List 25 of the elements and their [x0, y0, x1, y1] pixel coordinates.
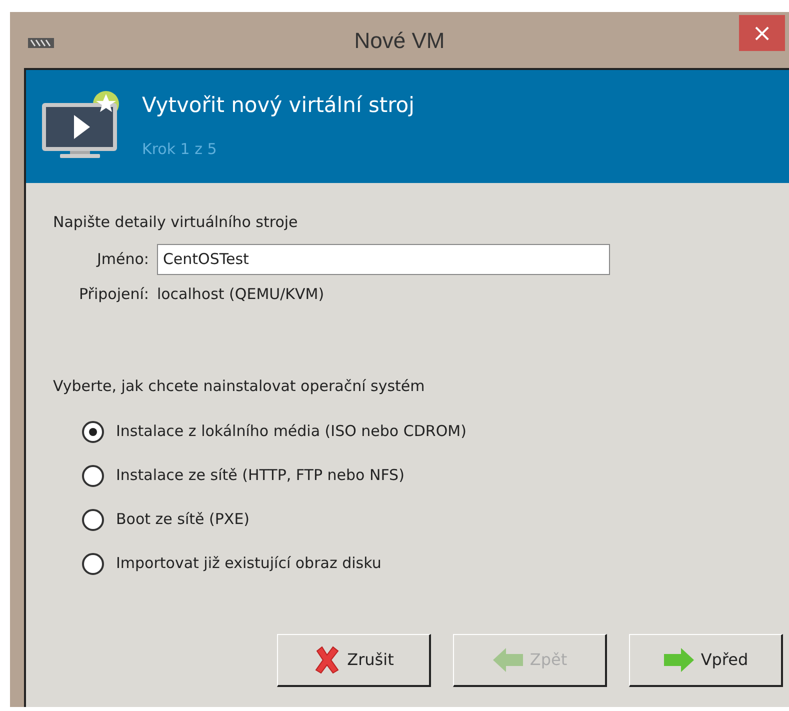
header-title: Vytvořit nový virtální stroj: [142, 92, 414, 119]
name-label: Jméno:: [95, 248, 149, 270]
radio-button[interactable]: [82, 464, 104, 486]
monitor-play-icon: [40, 88, 122, 158]
cancel-button[interactable]: Zrušit: [277, 634, 431, 687]
install-option[interactable]: Instalace ze sítě (HTTP, FTP nebo NFS): [82, 464, 789, 488]
install-heading: Vyberte, jak chcete nainstalovat operační systém: [53, 376, 426, 397]
install-option[interactable]: Instalace z lokálního média (ISO nebo CDROM): [82, 420, 789, 444]
radio-button[interactable]: [82, 508, 104, 530]
right-arrow-icon: [662, 647, 695, 673]
details-heading: Napište detaily virtuálního stroje: [53, 212, 299, 233]
cross-icon: [313, 645, 342, 675]
radio-button[interactable]: [82, 420, 104, 442]
radio-button[interactable]: [82, 552, 104, 574]
connection-label: Připojení:: [79, 284, 149, 304]
install-option[interactable]: Boot ze sítě (PXE): [82, 508, 789, 532]
window-title: Nové VM: [354, 26, 445, 54]
forward-button[interactable]: Vpřed: [629, 634, 783, 687]
left-arrow-icon: [492, 647, 524, 673]
install-option[interactable]: Importovat již existující obraz disku: [82, 552, 789, 576]
step-indicator: Krok 1 z 5: [142, 138, 218, 160]
app-icon: [28, 38, 54, 48]
connection-value: localhost (QEMU/KVM): [156, 284, 326, 304]
name-field[interactable]: CentOSTest: [156, 244, 610, 274]
close-button[interactable]: ×: [739, 15, 785, 51]
